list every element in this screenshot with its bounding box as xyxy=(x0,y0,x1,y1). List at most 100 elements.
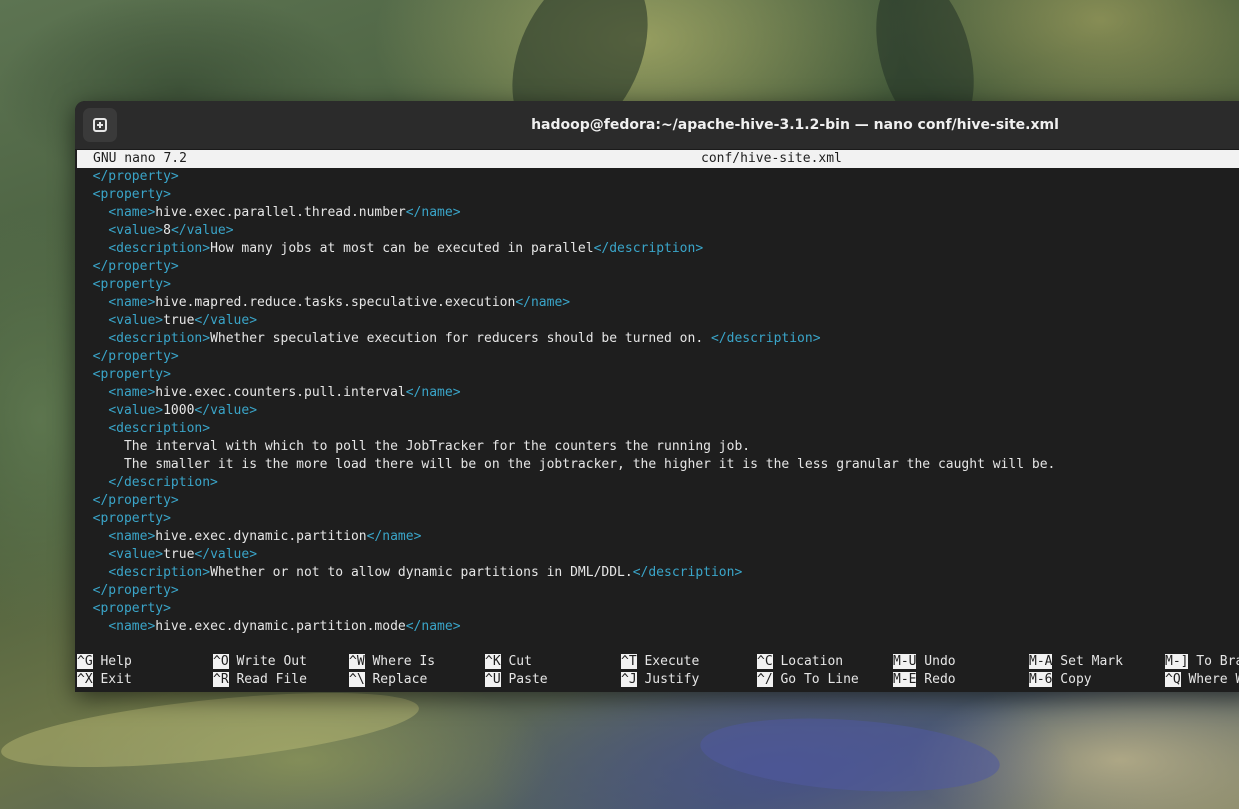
xml-text: true xyxy=(163,547,195,562)
shortcut-key: ^W xyxy=(349,654,365,669)
xml-tag: <value> xyxy=(108,223,164,238)
code-line: <value>true</value> xyxy=(77,312,1239,330)
xml-tag: </description> xyxy=(593,241,704,256)
shortcut-key: ^Q xyxy=(1165,672,1181,687)
code-line: The interval with which to poll the JobT… xyxy=(77,438,1239,456)
shortcut-item[interactable]: ^W Where Is xyxy=(349,653,435,671)
xml-tag: <property> xyxy=(92,601,171,616)
shortcut-item[interactable]: M-6 Copy xyxy=(1029,671,1092,689)
xml-tag: </value> xyxy=(170,223,234,238)
shortcut-item[interactable]: ^R Read File xyxy=(213,671,307,689)
xml-tag: </name> xyxy=(405,385,461,400)
window-title: hadoop@fedora:~/apache-hive-3.1.2-bin — … xyxy=(531,117,1059,133)
xml-text: hive.exec.dynamic.partition.mode xyxy=(155,619,406,634)
shortcut-key: ^/ xyxy=(757,672,773,687)
window-titlebar[interactable]: hadoop@fedora:~/apache-hive-3.1.2-bin — … xyxy=(75,101,1239,150)
shortcut-label: Replace xyxy=(364,672,428,687)
editor-buffer[interactable]: </property> <property> <name>hive.exec.p… xyxy=(77,168,1239,636)
xml-tag: <description> xyxy=(108,565,211,580)
xml-tag: <name> xyxy=(108,295,156,310)
xml-tag: </property> xyxy=(92,583,179,598)
code-line: <property> xyxy=(77,600,1239,618)
shortcut-label: Location xyxy=(772,654,844,669)
code-line: </description> xyxy=(77,474,1239,492)
shortcut-key: M-U xyxy=(893,654,917,669)
shortcut-label: Go To Line xyxy=(772,672,859,687)
shortcut-item[interactable]: ^G Help xyxy=(77,653,132,671)
xml-text: hive.exec.counters.pull.interval xyxy=(155,385,406,400)
shortcut-label: Help xyxy=(92,654,132,669)
shortcut-item[interactable]: ^C Location xyxy=(757,653,843,671)
xml-text: Whether speculative execution for reduce… xyxy=(210,331,711,346)
xml-tag: <description> xyxy=(108,241,211,256)
shortcut-item[interactable]: ^X Exit xyxy=(77,671,132,689)
xml-text: Whether or not to allow dynamic partitio… xyxy=(210,565,633,580)
xml-tag: </name> xyxy=(405,619,461,634)
code-line: <property> xyxy=(77,366,1239,384)
xml-text: The smaller it is the more load there wi… xyxy=(123,457,1056,472)
shortcut-key: ^G xyxy=(77,654,93,669)
xml-text: hive.exec.dynamic.partition xyxy=(155,529,367,544)
terminal-area[interactable]: GNU nano 7.2 conf/hive-site.xml </proper… xyxy=(75,150,1239,692)
xml-tag: <property> xyxy=(92,187,171,202)
xml-tag: </description> xyxy=(632,565,743,580)
shortcut-item[interactable]: M-A Set Mark xyxy=(1029,653,1123,671)
shortcut-label: Justify xyxy=(636,672,700,687)
shortcut-key: ^O xyxy=(213,654,229,669)
xml-tag: <value> xyxy=(108,547,164,562)
shortcut-item[interactable]: M-U Undo xyxy=(893,653,956,671)
xml-tag: <property> xyxy=(92,511,171,526)
new-tab-button[interactable] xyxy=(83,108,117,142)
shortcut-key: M-A xyxy=(1029,654,1053,669)
xml-tag: </property> xyxy=(92,259,179,274)
shortcut-key: ^X xyxy=(77,672,93,687)
new-tab-icon xyxy=(93,118,107,132)
xml-tag: </property> xyxy=(92,169,179,184)
shortcut-item[interactable]: ^J Justify xyxy=(621,671,699,689)
code-line: <value>1000</value> xyxy=(77,402,1239,420)
code-line: <name>hive.exec.counters.pull.interval</… xyxy=(77,384,1239,402)
shortcut-item[interactable]: ^K Cut xyxy=(485,653,532,671)
xml-tag: <property> xyxy=(92,367,171,382)
code-line: <name>hive.exec.dynamic.partition.mode</… xyxy=(77,618,1239,636)
shortcut-key: ^\ xyxy=(349,672,365,687)
xml-tag: <property> xyxy=(92,277,171,292)
shortcut-key: ^J xyxy=(621,672,637,687)
shortcut-item[interactable]: M-] To Bra xyxy=(1165,653,1239,671)
code-line: <property> xyxy=(77,186,1239,204)
xml-tag: <value> xyxy=(108,403,164,418)
shortcut-label: Copy xyxy=(1052,672,1092,687)
code-line: </property> xyxy=(77,168,1239,186)
code-line: </property> xyxy=(77,348,1239,366)
xml-tag: <name> xyxy=(108,205,156,220)
xml-tag: </description> xyxy=(710,331,821,346)
shortcut-item[interactable]: ^O Write Out xyxy=(213,653,307,671)
shortcut-item[interactable]: ^Q Where W xyxy=(1165,671,1239,689)
code-line: <name>hive.exec.parallel.thread.number</… xyxy=(77,204,1239,222)
xml-tag: </value> xyxy=(194,313,258,328)
shortcut-key: M-6 xyxy=(1029,672,1053,687)
code-line: </property> xyxy=(77,492,1239,510)
shortcut-item[interactable]: ^U Paste xyxy=(485,671,548,689)
shortcut-label: Paste xyxy=(500,672,548,687)
shortcut-item[interactable]: M-E Redo xyxy=(893,671,956,689)
shortcut-label: To Bra xyxy=(1188,654,1239,669)
code-line: <property> xyxy=(77,276,1239,294)
xml-tag: </name> xyxy=(515,295,571,310)
shortcut-key: ^K xyxy=(485,654,501,669)
shortcut-label: Execute xyxy=(636,654,700,669)
shortcut-label: Where Is xyxy=(364,654,436,669)
code-line: <name>hive.exec.dynamic.partition</name> xyxy=(77,528,1239,546)
xml-text: true xyxy=(163,313,195,328)
code-line: <property> xyxy=(77,510,1239,528)
shortcut-label: Where W xyxy=(1180,672,1239,687)
code-line: <value>true</value> xyxy=(77,546,1239,564)
code-line: </property> xyxy=(77,258,1239,276)
code-line: The smaller it is the more load there wi… xyxy=(77,456,1239,474)
shortcut-key: ^R xyxy=(213,672,229,687)
shortcut-item[interactable]: ^\ Replace xyxy=(349,671,427,689)
shortcut-item[interactable]: ^T Execute xyxy=(621,653,699,671)
xml-tag: <name> xyxy=(108,529,156,544)
shortcut-label: Exit xyxy=(92,672,132,687)
shortcut-item[interactable]: ^/ Go To Line xyxy=(757,671,859,689)
